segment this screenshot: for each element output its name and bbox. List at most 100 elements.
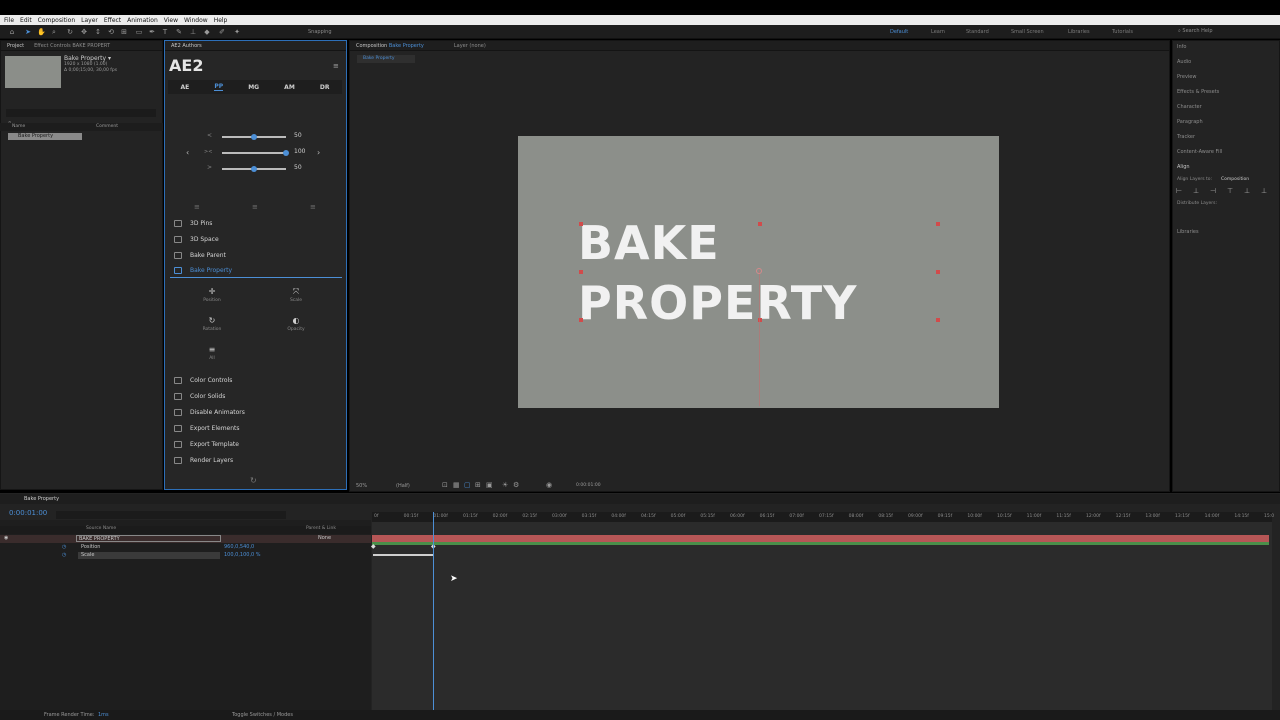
tab-ae2-authors[interactable]: AE2 Authors bbox=[171, 43, 202, 49]
clone-stamp-icon[interactable]: ⊥ bbox=[189, 28, 197, 36]
transform-handle[interactable] bbox=[936, 318, 940, 322]
menu-window[interactable]: Window bbox=[184, 17, 208, 24]
panel-info[interactable]: Info bbox=[1177, 44, 1186, 50]
position-button-label[interactable]: Position bbox=[192, 298, 232, 303]
layer-name[interactable]: BAKE PROPERTY bbox=[76, 535, 221, 542]
col-parent-link[interactable]: Parent & Link bbox=[306, 526, 336, 531]
timeline-search-input[interactable]: ⌕ bbox=[56, 511, 286, 528]
work-area-bar[interactable] bbox=[372, 542, 1269, 545]
tab-dr[interactable]: DR bbox=[320, 84, 330, 91]
property-row-position[interactable]: ◷ Position 960,0,540,0 bbox=[0, 544, 371, 552]
snapping-checkbox[interactable]: Snapping bbox=[308, 29, 332, 35]
text-layer-line1[interactable]: BAKE bbox=[578, 216, 720, 270]
panel-tracker[interactable]: Tracker bbox=[1177, 134, 1195, 140]
project-search-input[interactable]: ⌕ bbox=[6, 109, 156, 126]
tab-pp[interactable]: PP bbox=[214, 83, 224, 91]
workspace-learn[interactable]: Learn bbox=[931, 29, 945, 35]
ae2-item-color-controls[interactable]: Color Controls bbox=[170, 373, 342, 387]
orbit-tool-icon[interactable]: ↻ bbox=[66, 28, 74, 36]
exposure-icon[interactable]: ☀ bbox=[502, 481, 508, 489]
ae2-item-render-layers[interactable]: Render Layers bbox=[170, 453, 342, 467]
keyframe-icon[interactable]: ◆ bbox=[371, 543, 376, 550]
transform-handle[interactable] bbox=[758, 222, 762, 226]
col-name[interactable]: Name bbox=[12, 124, 25, 129]
search-help-field[interactable]: ⌕ Search Help bbox=[1178, 28, 1270, 36]
slider-knob[interactable] bbox=[251, 166, 257, 172]
panel-content-aware-fill[interactable]: Content-Aware Fill bbox=[1177, 149, 1222, 155]
eraser-tool-icon[interactable]: ◆ bbox=[203, 28, 211, 36]
ae2-item-disable-animators[interactable]: Disable Animators bbox=[170, 405, 342, 419]
resolution-dropdown[interactable]: (Half) bbox=[396, 483, 410, 489]
chevron-left-icon[interactable]: ‹ bbox=[186, 148, 189, 157]
workspace-standard[interactable]: Standard bbox=[966, 29, 989, 35]
hamburger-menu-icon[interactable]: ≡ bbox=[333, 62, 339, 70]
project-item-name[interactable]: Bake Property ▾ bbox=[64, 55, 111, 62]
tab-mg[interactable]: MG bbox=[248, 84, 259, 91]
hand-tool-icon[interactable]: ✋ bbox=[37, 28, 46, 36]
stopwatch-icon[interactable]: ◷ bbox=[62, 544, 66, 550]
property-value[interactable]: 100,0,100,0 % bbox=[224, 552, 261, 558]
panel-paragraph[interactable]: Paragraph bbox=[1177, 119, 1203, 125]
align-target-dropdown[interactable]: Composition bbox=[1221, 177, 1249, 182]
ae2-item-export-template[interactable]: Export Template bbox=[170, 437, 342, 451]
tab-am[interactable]: AM bbox=[284, 84, 295, 91]
align-top-icon[interactable]: ⊤ bbox=[1227, 187, 1233, 195]
all-icon[interactable]: ≡ bbox=[192, 345, 232, 354]
puppet-tool-icon[interactable]: ✦ bbox=[233, 28, 241, 36]
anchor-point-icon[interactable] bbox=[756, 268, 762, 274]
all-button-label[interactable]: All bbox=[192, 356, 232, 361]
transform-handle[interactable] bbox=[936, 222, 940, 226]
home-icon[interactable]: ⌂ bbox=[8, 28, 16, 36]
align-right-icon[interactable]: ⊣ bbox=[1210, 187, 1216, 195]
workspace-default[interactable]: Default bbox=[890, 29, 908, 35]
transform-handle[interactable] bbox=[936, 270, 940, 274]
ae2-item-color-solids[interactable]: Color Solids bbox=[170, 389, 342, 403]
transparency-grid-icon[interactable]: ▦ bbox=[453, 481, 460, 489]
snapshot-icon[interactable]: ◉ bbox=[546, 481, 552, 489]
playhead[interactable] bbox=[433, 512, 434, 710]
workspace-tutorials[interactable]: Tutorials bbox=[1112, 29, 1133, 35]
zoom-dropdown[interactable]: 50% bbox=[356, 483, 367, 489]
ease-out-value[interactable]: 50 bbox=[294, 164, 302, 171]
tab-ae[interactable]: AE bbox=[181, 84, 190, 91]
opacity-button-label[interactable]: Opacity bbox=[276, 327, 316, 332]
toggle-switches-button[interactable]: Toggle Switches / Modes bbox=[232, 712, 293, 718]
scale-button-label[interactable]: Scale bbox=[276, 298, 316, 303]
comp-timecode[interactable]: 0:00:01:00 bbox=[576, 483, 601, 488]
align-vcenter-icon[interactable]: ⊥ bbox=[1244, 187, 1250, 195]
pan-behind-icon[interactable]: ⊞ bbox=[120, 28, 128, 36]
menu-effect[interactable]: Effect bbox=[104, 17, 121, 24]
region-icon[interactable]: ⊡ bbox=[442, 481, 448, 489]
pen-tool-icon[interactable]: ✒ bbox=[148, 28, 156, 36]
panel-effects-presets[interactable]: Effects & Presets bbox=[1177, 89, 1219, 95]
rotation-icon[interactable]: ↻ bbox=[192, 316, 232, 325]
transform-handle[interactable] bbox=[579, 222, 583, 226]
property-value[interactable]: 960,0,540,0 bbox=[224, 544, 254, 550]
ae2-item-3d-space[interactable]: 3D Space bbox=[170, 232, 342, 246]
zoom-tool-icon[interactable]: ⌕ bbox=[50, 28, 58, 36]
ease-both-value[interactable]: 100 bbox=[294, 148, 305, 155]
timeline-tab[interactable]: Bake Property bbox=[24, 496, 59, 502]
ease-in-value[interactable]: 50 bbox=[294, 132, 302, 139]
transform-handle[interactable] bbox=[579, 318, 583, 322]
composition-tab[interactable]: Composition Bake Property bbox=[356, 43, 424, 49]
layer-duration-bar[interactable] bbox=[372, 535, 1269, 542]
channel-icon[interactable]: ▣ bbox=[486, 481, 493, 489]
ease-out-slider[interactable] bbox=[222, 166, 286, 172]
eye-icon[interactable]: ◉ bbox=[4, 535, 8, 541]
text-layer-line2[interactable]: PROPERTY bbox=[578, 276, 857, 330]
brush-tool-icon[interactable]: ✎ bbox=[175, 28, 183, 36]
chevron-right-icon[interactable]: › bbox=[317, 148, 320, 157]
opacity-icon[interactable]: ◐ bbox=[276, 316, 316, 325]
workspace-small-screen[interactable]: Small Screen bbox=[1011, 29, 1044, 35]
menu-composition[interactable]: Composition bbox=[38, 17, 75, 24]
baked-keyframes-strip[interactable] bbox=[373, 554, 434, 556]
layer-row[interactable]: ◉ BAKE PROPERTY None bbox=[0, 535, 371, 543]
panel-character[interactable]: Character bbox=[1177, 104, 1202, 110]
dolly-tool-icon[interactable]: ↕ bbox=[94, 28, 102, 36]
slider-knob[interactable] bbox=[251, 134, 257, 140]
panel-libraries[interactable]: Libraries bbox=[1177, 229, 1199, 235]
align-left-icon[interactable]: ⊢ bbox=[1176, 187, 1182, 195]
type-tool-icon[interactable]: T bbox=[161, 28, 169, 36]
ae2-item-bake-parent[interactable]: Bake Parent bbox=[170, 248, 342, 262]
